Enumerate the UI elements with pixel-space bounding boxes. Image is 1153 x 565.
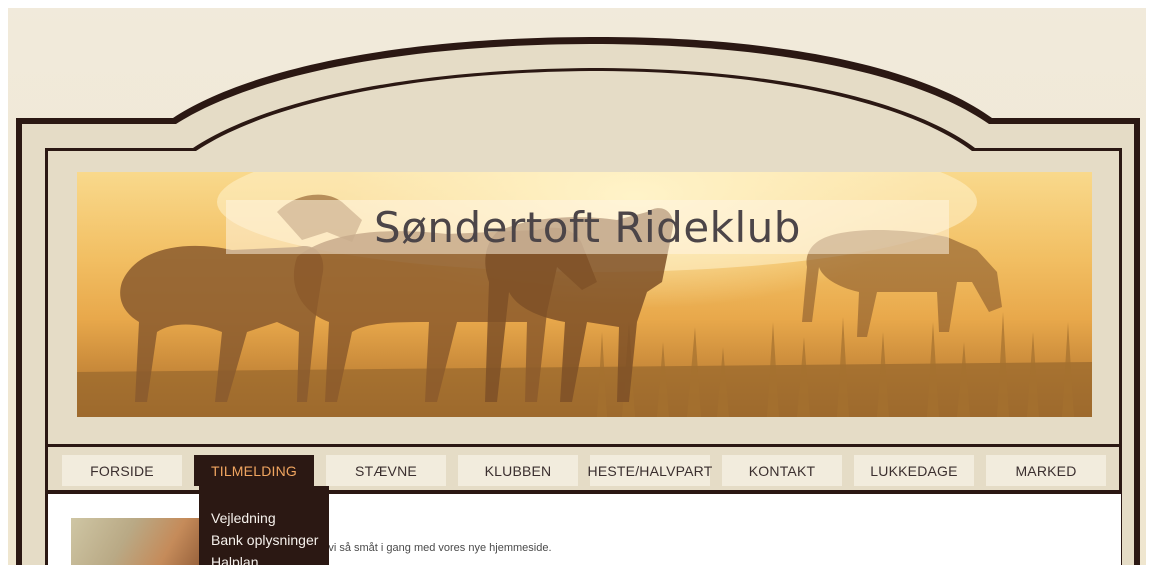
nav-item-kontakt[interactable]: KONTAKT <box>722 455 842 486</box>
nav-item-heste-halvpart[interactable]: HESTE/HALVPART <box>588 455 712 486</box>
dropdown-item-bank-oplysninger[interactable]: Bank oplysninger <box>211 532 318 548</box>
page: Søndertoft Rideklub FORSIDE TILMELDING S… <box>0 0 1153 565</box>
nav-item-staevne[interactable]: STÆVNE <box>326 455 446 486</box>
dropdown-item-vejledning[interactable]: Vejledning <box>211 510 276 526</box>
main-navigation: FORSIDE TILMELDING STÆVNE KLUBBEN HESTE/… <box>62 455 1107 486</box>
intro-text: Så er vi så småt i gang med vores nye hj… <box>299 542 552 554</box>
nav-item-lukkedage[interactable]: LUKKEDAGE <box>854 455 974 486</box>
nav-item-marked[interactable]: MARKED <box>986 455 1106 486</box>
nav-item-tilmelding[interactable]: TILMELDING <box>194 455 314 486</box>
site-title: Søndertoft Rideklub <box>374 202 801 252</box>
horse-photo-thumbnail <box>71 518 201 565</box>
site-title-box: Søndertoft Rideklub <box>226 200 949 254</box>
tilmelding-dropdown-menu: Vejledning Bank oplysninger Halplan <box>199 486 329 565</box>
nav-item-forside[interactable]: FORSIDE <box>62 455 182 486</box>
nav-item-klubben[interactable]: KLUBBEN <box>458 455 578 486</box>
dropdown-item-halplan[interactable]: Halplan <box>211 554 258 565</box>
